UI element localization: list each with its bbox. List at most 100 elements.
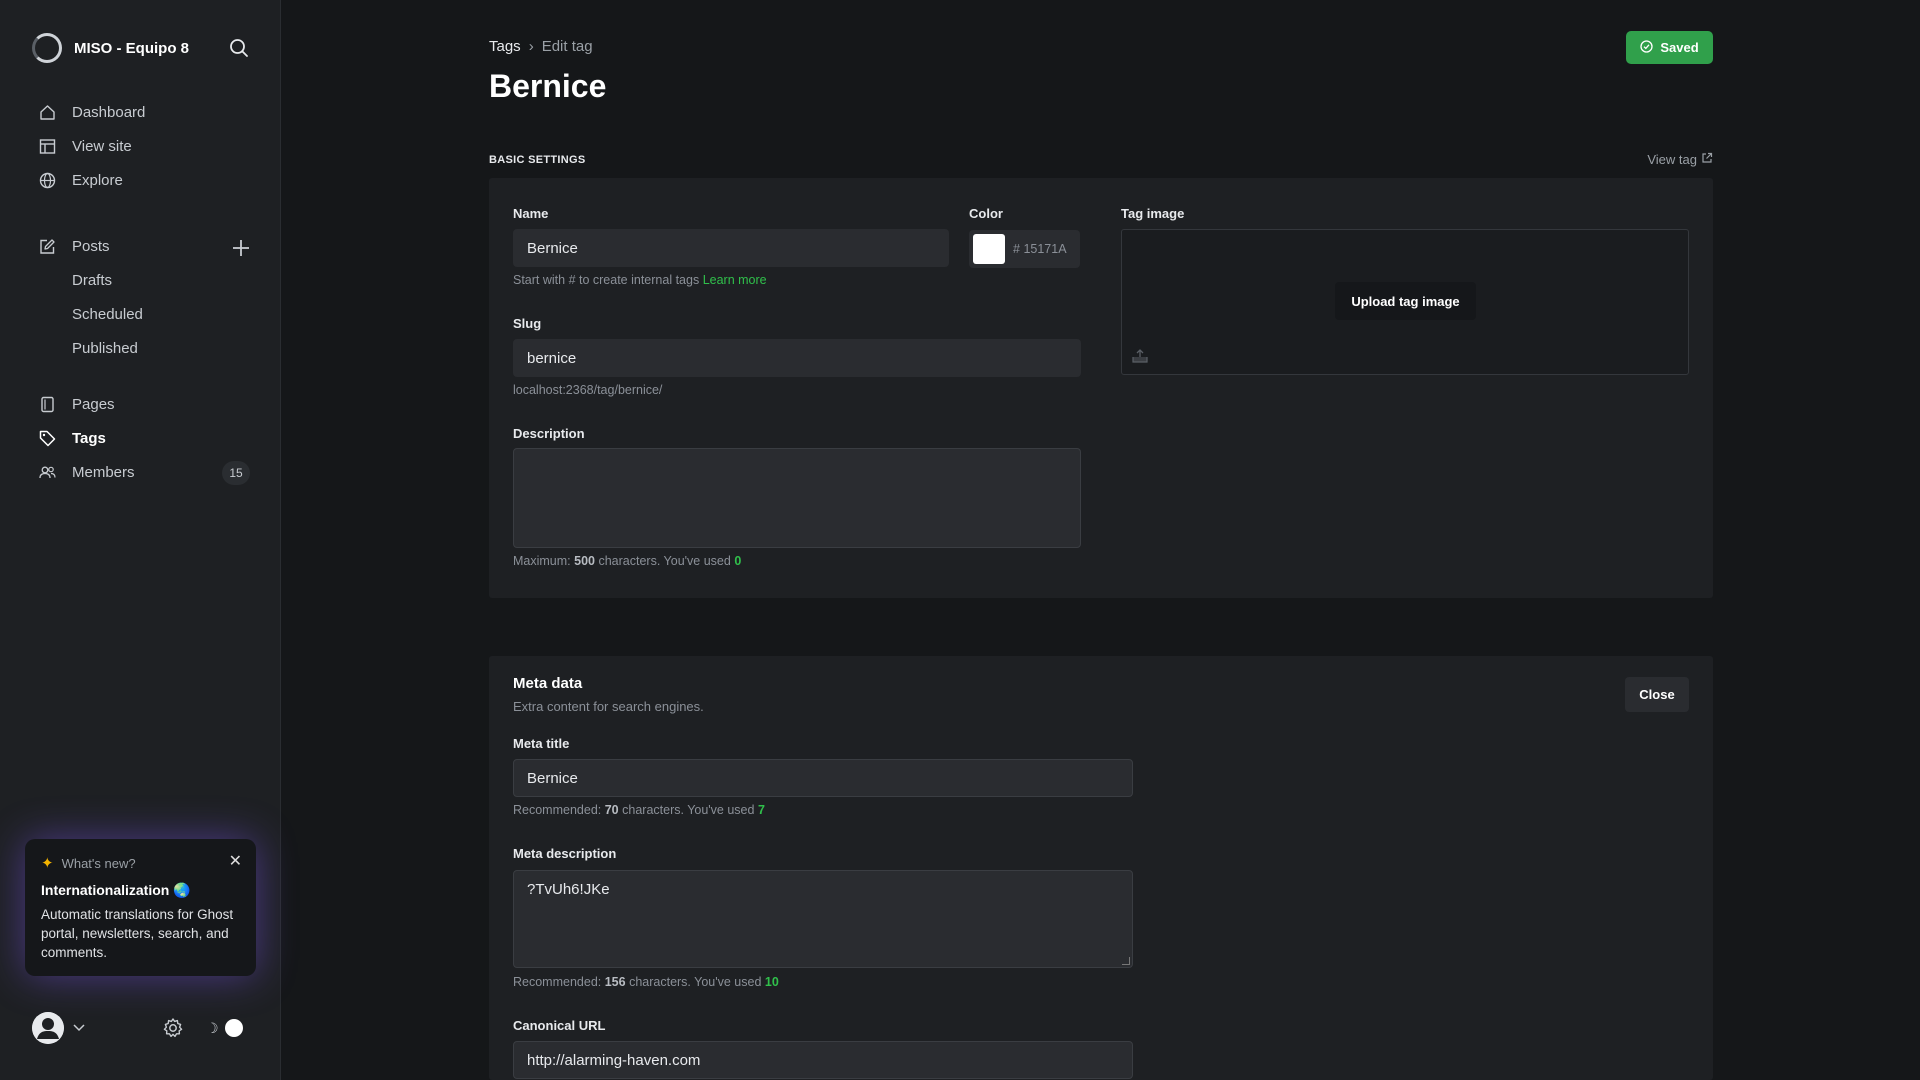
- meta-data-subtitle: Extra content for search engines.: [513, 699, 704, 714]
- meta-description-value: ?TvUh6!JKe: [527, 881, 610, 898]
- breadcrumb-separator: ›: [528, 38, 534, 55]
- check-circle-icon: [1640, 39, 1653, 56]
- page-icon: [38, 395, 56, 413]
- name-input[interactable]: Bernice: [513, 229, 949, 267]
- canonical-url-input[interactable]: http://alarming-haven.com: [513, 1041, 1133, 1079]
- whats-new-card[interactable]: ✦ What's new? ✕ Internationalization 🌏 A…: [25, 839, 256, 976]
- hint-text: characters. You've used: [598, 554, 731, 568]
- basic-settings-panel: Name Bernice Start with # to create inte…: [489, 178, 1713, 598]
- sparkle-icon: ✦: [41, 855, 54, 872]
- gear-icon[interactable]: [162, 1017, 184, 1042]
- sidebar-item-pages[interactable]: Pages: [38, 392, 115, 416]
- sidebar-item-label: Scheduled: [72, 305, 143, 323]
- color-hex-value: 15171A: [1023, 242, 1067, 256]
- globe-icon: [38, 171, 56, 189]
- whats-new-header: ✦ What's new?: [41, 854, 240, 872]
- hint-used: 10: [764, 975, 779, 989]
- hint-text: Maximum:: [513, 554, 571, 568]
- toggle-knob: [224, 1019, 243, 1037]
- color-hex[interactable]: # 15171A: [1013, 242, 1067, 256]
- chevron-down-icon[interactable]: [72, 1020, 86, 1037]
- avatar[interactable]: [32, 1012, 64, 1044]
- meta-title-label: Meta title: [513, 736, 570, 751]
- canonical-url-label: Canonical URL: [513, 1018, 606, 1033]
- slug-input[interactable]: bernice: [513, 339, 1081, 377]
- hint-text: characters. You've used: [622, 803, 755, 817]
- close-button[interactable]: Close: [1625, 677, 1689, 712]
- user-bar: ☽: [32, 1012, 252, 1044]
- learn-more-link[interactable]: Learn more: [703, 273, 767, 287]
- hint-text: Recommended:: [513, 975, 602, 989]
- hint-recommended: 156: [604, 975, 626, 989]
- sidebar-item-dashboard[interactable]: Dashboard: [38, 100, 145, 124]
- hint-text: characters. You've used: [629, 975, 762, 989]
- sidebar-item-published[interactable]: Published: [72, 336, 138, 360]
- sidebar-item-tags[interactable]: Tags: [38, 426, 106, 450]
- site-logo-icon: [32, 33, 62, 63]
- breadcrumb-current: Edit tag: [541, 38, 593, 55]
- color-swatch[interactable]: [973, 234, 1005, 264]
- whats-new-body: Automatic translations for Ghost portal,…: [41, 907, 234, 960]
- users-icon: [38, 463, 56, 481]
- name-label: Name: [513, 206, 549, 221]
- whats-new-heading: What's new?: [61, 855, 136, 871]
- save-button-label: Saved: [1660, 40, 1699, 55]
- sidebar-item-explore[interactable]: Explore: [38, 168, 123, 192]
- theme-toggle[interactable]: ☽: [206, 1016, 248, 1040]
- sidebar: MISO - Equipo 8 Dashboard View site Expl…: [0, 0, 281, 1080]
- meta-title-hint: Recommended: 70 characters. You've used …: [513, 803, 765, 817]
- description-hint: Maximum: 500 characters. You've used 0: [513, 554, 741, 568]
- meta-data-title: Meta data: [513, 675, 583, 692]
- sidebar-item-label: View site: [72, 137, 132, 155]
- tag-icon: [38, 429, 56, 447]
- sidebar-item-label: Explore: [72, 171, 123, 189]
- upload-icon: [1132, 349, 1148, 366]
- meta-description-hint: Recommended: 156 characters. You've used…: [513, 975, 779, 989]
- view-tag-label: View tag: [1647, 152, 1697, 167]
- sidebar-item-posts[interactable]: Posts: [38, 234, 110, 258]
- name-hint-text: Start with # to create internal tags: [513, 273, 700, 287]
- moon-icon: ☽: [206, 1019, 219, 1036]
- hint-used: 0: [734, 554, 742, 568]
- meta-data-panel: Meta data Extra content for search engin…: [489, 656, 1713, 1080]
- breadcrumb-tags-link[interactable]: Tags: [489, 38, 521, 55]
- meta-title-input[interactable]: Bernice: [513, 759, 1133, 797]
- page-title: Bernice: [489, 68, 607, 104]
- sidebar-item-label: Published: [72, 339, 138, 357]
- new-post-plus-icon[interactable]: [230, 237, 252, 259]
- site-name: MISO - Equipo 8: [74, 39, 189, 57]
- color-label: Color: [969, 206, 1003, 221]
- hint-recommended: 70: [604, 803, 619, 817]
- resize-handle[interactable]: [1122, 957, 1130, 965]
- sidebar-item-members[interactable]: Members: [38, 460, 135, 484]
- sidebar-item-label: Posts: [72, 237, 110, 255]
- tag-image-dropzone[interactable]: Upload tag image: [1121, 229, 1689, 375]
- sidebar-item-label: Drafts: [72, 271, 113, 289]
- sidebar-item-label: Dashboard: [72, 103, 146, 121]
- view-tag-link[interactable]: View tag: [1647, 152, 1713, 167]
- sidebar-item-label: Members: [72, 463, 135, 481]
- slug-label: Slug: [513, 316, 542, 331]
- whats-new-title: Internationalization 🌏: [41, 882, 191, 898]
- name-hint: Start with # to create internal tags Lea…: [513, 273, 767, 287]
- members-count-badge: 15: [222, 461, 250, 485]
- description-label: Description: [513, 426, 585, 441]
- sidebar-item-label: Pages: [72, 395, 115, 413]
- close-icon[interactable]: ✕: [229, 851, 242, 871]
- upload-tag-image-button[interactable]: Upload tag image: [1335, 282, 1476, 320]
- sidebar-item-scheduled[interactable]: Scheduled: [72, 302, 143, 326]
- meta-description-textarea[interactable]: ?TvUh6!JKe: [513, 870, 1133, 968]
- site-brand[interactable]: MISO - Equipo 8: [32, 33, 189, 63]
- color-picker[interactable]: # 15171A: [969, 230, 1080, 268]
- hint-used: 7: [757, 803, 765, 817]
- color-hash: #: [1013, 242, 1020, 256]
- search-icon[interactable]: [228, 37, 250, 59]
- slug-url: localhost:2368/tag/bernice/: [513, 383, 663, 397]
- basic-settings-label: BASIC SETTINGS: [489, 154, 586, 166]
- sidebar-item-view-site[interactable]: View site: [38, 134, 132, 158]
- sidebar-item-drafts[interactable]: Drafts: [72, 268, 112, 292]
- save-button[interactable]: Saved: [1626, 31, 1713, 64]
- description-textarea[interactable]: [513, 448, 1081, 548]
- edit-icon: [38, 237, 56, 255]
- layout-icon: [38, 137, 56, 155]
